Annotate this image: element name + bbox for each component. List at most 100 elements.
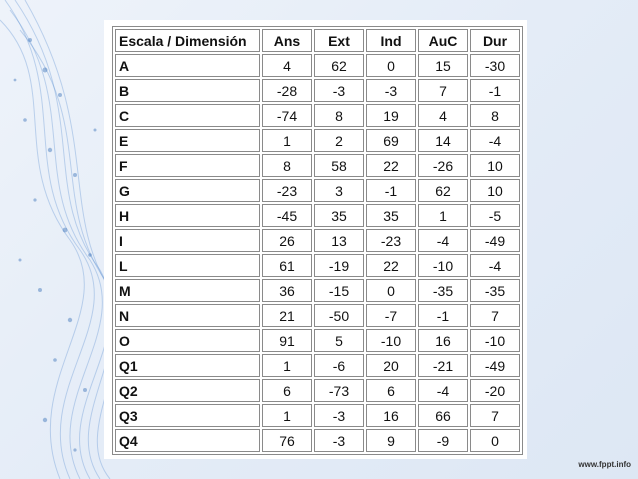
- value-cell: 7: [418, 79, 468, 102]
- data-table: Escala / Dimensión Ans Ext Ind AuC Dur A…: [112, 26, 523, 455]
- value-cell: -15: [314, 279, 364, 302]
- row-label-cell: Q2: [115, 379, 260, 402]
- value-cell: -4: [418, 229, 468, 252]
- value-cell: -10: [366, 329, 416, 352]
- table-row: L 61 -19 22 -10 -4: [115, 254, 520, 277]
- value-cell: -35: [418, 279, 468, 302]
- value-cell: 1: [418, 204, 468, 227]
- value-cell: -3: [314, 429, 364, 452]
- row-label-cell: O: [115, 329, 260, 352]
- value-cell: -23: [262, 179, 312, 202]
- value-cell: 9: [366, 429, 416, 452]
- value-cell: -3: [366, 79, 416, 102]
- value-cell: 76: [262, 429, 312, 452]
- value-cell: 16: [366, 404, 416, 427]
- value-cell: 8: [262, 154, 312, 177]
- value-cell: 62: [418, 179, 468, 202]
- value-cell: 69: [366, 129, 416, 152]
- row-label-cell: Q3: [115, 404, 260, 427]
- row-label-cell: E: [115, 129, 260, 152]
- value-cell: 6: [366, 379, 416, 402]
- value-cell: 8: [314, 104, 364, 127]
- table-header-row: Escala / Dimensión Ans Ext Ind AuC Dur: [115, 29, 520, 52]
- value-cell: 91: [262, 329, 312, 352]
- value-cell: 13: [314, 229, 364, 252]
- header-escala-dimension: Escala / Dimensión: [115, 29, 260, 52]
- header-ind: Ind: [366, 29, 416, 52]
- table-row: G -23 3 -1 62 10: [115, 179, 520, 202]
- row-label-cell: G: [115, 179, 260, 202]
- value-cell: 14: [418, 129, 468, 152]
- value-cell: 8: [470, 104, 520, 127]
- header-dur: Dur: [470, 29, 520, 52]
- table-row: I 26 13 -23 -4 -49: [115, 229, 520, 252]
- value-cell: 22: [366, 154, 416, 177]
- row-label-cell: F: [115, 154, 260, 177]
- value-cell: -45: [262, 204, 312, 227]
- value-cell: -28: [262, 79, 312, 102]
- value-cell: 62: [314, 54, 364, 77]
- value-cell: 10: [470, 179, 520, 202]
- table-row: O 91 5 -10 16 -10: [115, 329, 520, 352]
- value-cell: 0: [366, 279, 416, 302]
- table-row: Q4 76 -3 9 -9 0: [115, 429, 520, 452]
- value-cell: -10: [418, 254, 468, 277]
- value-cell: -5: [470, 204, 520, 227]
- row-label-cell: C: [115, 104, 260, 127]
- value-cell: 3: [314, 179, 364, 202]
- value-cell: -49: [470, 229, 520, 252]
- value-cell: -7: [366, 304, 416, 327]
- value-cell: -6: [314, 354, 364, 377]
- value-cell: 19: [366, 104, 416, 127]
- value-cell: -1: [418, 304, 468, 327]
- table-row: A 4 62 0 15 -30: [115, 54, 520, 77]
- value-cell: -1: [366, 179, 416, 202]
- value-cell: -23: [366, 229, 416, 252]
- value-cell: -49: [470, 354, 520, 377]
- value-cell: 1: [262, 354, 312, 377]
- table-card: Escala / Dimensión Ans Ext Ind AuC Dur A…: [104, 20, 527, 459]
- value-cell: 22: [366, 254, 416, 277]
- value-cell: 4: [418, 104, 468, 127]
- value-cell: 0: [366, 54, 416, 77]
- value-cell: -30: [470, 54, 520, 77]
- table-row: B -28 -3 -3 7 -1: [115, 79, 520, 102]
- value-cell: -1: [470, 79, 520, 102]
- value-cell: -9: [418, 429, 468, 452]
- value-cell: 6: [262, 379, 312, 402]
- value-cell: 10: [470, 154, 520, 177]
- header-auc: AuC: [418, 29, 468, 52]
- table-row: H -45 35 35 1 -5: [115, 204, 520, 227]
- value-cell: 15: [418, 54, 468, 77]
- value-cell: 1: [262, 129, 312, 152]
- table-row: N 21 -50 -7 -1 7: [115, 304, 520, 327]
- footer-credit: www.fppt.info: [578, 460, 631, 469]
- value-cell: 26: [262, 229, 312, 252]
- value-cell: 66: [418, 404, 468, 427]
- table-row: Q3 1 -3 16 66 7: [115, 404, 520, 427]
- value-cell: -10: [470, 329, 520, 352]
- value-cell: 0: [470, 429, 520, 452]
- value-cell: 58: [314, 154, 364, 177]
- row-label-cell: H: [115, 204, 260, 227]
- row-label-cell: I: [115, 229, 260, 252]
- value-cell: 36: [262, 279, 312, 302]
- value-cell: 20: [366, 354, 416, 377]
- table-row: C -74 8 19 4 8: [115, 104, 520, 127]
- header-ans: Ans: [262, 29, 312, 52]
- value-cell: 7: [470, 304, 520, 327]
- row-label-cell: M: [115, 279, 260, 302]
- table-row: F 8 58 22 -26 10: [115, 154, 520, 177]
- row-label-cell: A: [115, 54, 260, 77]
- value-cell: -35: [470, 279, 520, 302]
- table-row: M 36 -15 0 -35 -35: [115, 279, 520, 302]
- value-cell: 61: [262, 254, 312, 277]
- value-cell: -50: [314, 304, 364, 327]
- value-cell: 7: [470, 404, 520, 427]
- value-cell: -74: [262, 104, 312, 127]
- row-label-cell: Q4: [115, 429, 260, 452]
- table-row: Q2 6 -73 6 -4 -20: [115, 379, 520, 402]
- value-cell: -21: [418, 354, 468, 377]
- value-cell: -26: [418, 154, 468, 177]
- value-cell: -19: [314, 254, 364, 277]
